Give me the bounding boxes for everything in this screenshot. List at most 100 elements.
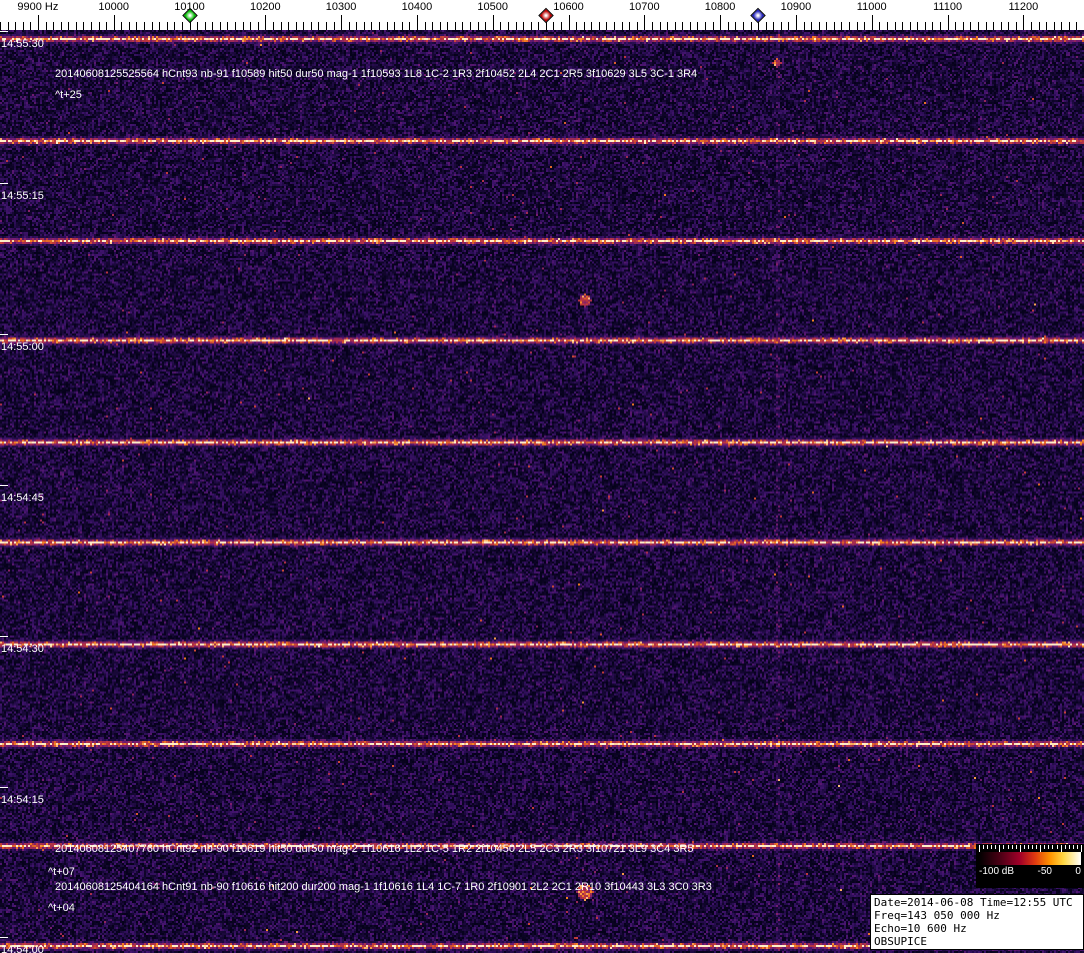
frequency-tick	[675, 22, 676, 30]
marker-red-icon[interactable]	[538, 8, 554, 24]
spectrogram-app: 9900 Hz100001010010200103001040010500106…	[0, 0, 1084, 953]
frequency-tick	[114, 15, 115, 30]
frequency-tick	[197, 22, 198, 30]
marker-blue-icon[interactable]	[750, 8, 766, 24]
frequency-tick	[281, 22, 282, 30]
frequency-tick	[826, 22, 827, 30]
frequency-tick	[129, 22, 130, 30]
frequency-tick	[8, 22, 9, 30]
colorbar-tick	[1016, 845, 1017, 849]
frequency-tick	[773, 22, 774, 30]
frequency-tick	[68, 22, 69, 30]
frequency-tick	[1069, 22, 1070, 30]
frequency-tick-label: 9900 Hz	[17, 1, 58, 13]
colorbar-label-mid: -50	[1038, 866, 1052, 877]
frequency-tick	[273, 22, 274, 30]
status-info-box: Date=2014-06-08 Time=12:55 UTC Freq=143 …	[870, 894, 1084, 950]
frequency-tick	[23, 22, 24, 30]
colorbar-label-max: 0	[1075, 866, 1081, 877]
colorbar-tick	[1057, 845, 1058, 849]
colorbar-tick	[1061, 845, 1062, 852]
frequency-tick	[440, 22, 441, 30]
frequency-tick	[1054, 22, 1055, 30]
frequency-tick	[0, 22, 1, 30]
frequency-tick	[1046, 22, 1047, 30]
info-date-line: Date=2014-06-08 Time=12:55 UTC	[874, 896, 1080, 909]
frequency-tick	[455, 22, 456, 30]
frequency-tick	[637, 22, 638, 30]
colorbar-tick	[1040, 845, 1041, 852]
frequency-tick	[144, 22, 145, 30]
colorbar-tick	[979, 845, 980, 852]
colorbar-tick	[1077, 845, 1078, 849]
frequency-tick	[425, 22, 426, 30]
frequency-tick	[932, 22, 933, 30]
frequency-tick	[349, 22, 350, 30]
frequency-tick	[76, 22, 77, 30]
spectrogram-canvas[interactable]	[0, 30, 1084, 953]
frequency-tick	[387, 22, 388, 30]
frequency-tick	[622, 22, 623, 30]
colorbar-tick	[983, 845, 984, 849]
frequency-tick	[538, 22, 539, 30]
info-freq-line: Freq=143 050 000 Hz	[874, 909, 1080, 922]
frequency-tick	[978, 22, 979, 30]
frequency-tick	[910, 22, 911, 30]
colorbar-tick	[1081, 845, 1082, 852]
frequency-tick	[887, 22, 888, 30]
colorbar-tick	[1065, 845, 1066, 849]
frequency-tick	[902, 22, 903, 30]
frequency-tick	[576, 22, 577, 30]
frequency-tick	[986, 22, 987, 30]
colorbar-tick	[1008, 845, 1009, 849]
frequency-tick	[303, 22, 304, 30]
frequency-tick	[879, 22, 880, 30]
frequency-tick	[99, 22, 100, 30]
frequency-tick	[781, 22, 782, 30]
frequency-tick	[83, 22, 84, 30]
frequency-tick	[152, 22, 153, 30]
frequency-tick	[728, 22, 729, 30]
colorbar-tick	[1044, 845, 1045, 849]
frequency-tick	[38, 15, 39, 30]
colorbar-ticks	[979, 845, 1081, 852]
frequency-tick	[265, 15, 266, 30]
frequency-tick	[599, 22, 600, 30]
colorbar: -100 dB -50 0	[976, 844, 1084, 888]
frequency-tick	[1016, 22, 1017, 30]
frequency-tick	[485, 22, 486, 30]
frequency-tick	[30, 22, 31, 30]
frequency-tick	[811, 22, 812, 30]
frequency-tick	[857, 22, 858, 30]
frequency-tick	[970, 22, 971, 30]
frequency-tick-label: 11000	[857, 1, 887, 13]
frequency-tick	[1076, 22, 1077, 30]
frequency-tick	[311, 22, 312, 30]
frequency-tick	[136, 22, 137, 30]
frequency-tick	[174, 22, 175, 30]
frequency-tick	[819, 22, 820, 30]
frequency-tick-label: 10800	[705, 1, 736, 13]
frequency-tick	[993, 22, 994, 30]
frequency-tick	[334, 22, 335, 30]
frequency-tick	[470, 22, 471, 30]
colorbar-tick	[995, 845, 996, 849]
frequency-tick	[493, 15, 494, 30]
frequency-tick	[652, 22, 653, 30]
frequency-tick	[864, 22, 865, 30]
colorbar-tick	[987, 845, 988, 849]
frequency-tick	[614, 22, 615, 30]
frequency-tick	[462, 22, 463, 30]
frequency-tick	[606, 22, 607, 30]
frequency-tick	[402, 22, 403, 30]
frequency-ruler: 9900 Hz100001010010200103001040010500106…	[0, 0, 1084, 30]
frequency-tick	[326, 22, 327, 30]
frequency-tick	[258, 22, 259, 30]
frequency-tick	[356, 22, 357, 30]
frequency-tick	[682, 22, 683, 30]
frequency-tick	[409, 22, 410, 30]
frequency-tick-label: 10000	[98, 1, 129, 13]
frequency-tick	[743, 22, 744, 30]
colorbar-tick	[1036, 845, 1037, 849]
frequency-tick	[379, 22, 380, 30]
